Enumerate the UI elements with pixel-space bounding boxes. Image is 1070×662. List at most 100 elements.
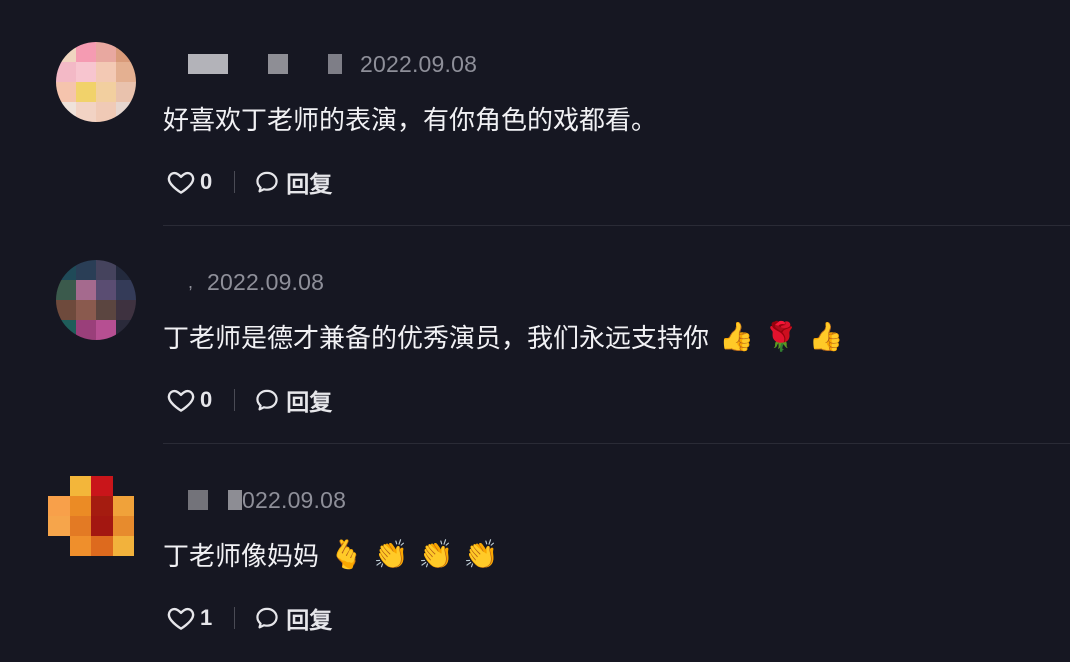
comment-actions: 0 回复 [166, 384, 332, 416]
avatar-mosaic-cell [56, 320, 76, 340]
avatar-mosaic-cell [116, 280, 136, 300]
avatar-mosaic-cell [91, 516, 113, 536]
chat-bubble-icon [253, 604, 281, 632]
comment-actions: 1 回复 [166, 602, 332, 634]
avatar-mosaic-cell [76, 260, 96, 280]
action-divider [234, 389, 236, 411]
chat-bubble-icon [253, 168, 281, 196]
comment-divider [163, 443, 1070, 444]
avatar-mosaic-cell [56, 260, 76, 280]
avatar-mosaic-cell [96, 260, 116, 280]
avatar-mosaic-cell [96, 280, 116, 300]
avatar-mosaic-cell [112, 536, 134, 556]
reply-label: 回复 [286, 608, 333, 634]
clapping-hands-icon: 👏 [463, 537, 499, 571]
avatar-mosaic-cell [96, 320, 116, 340]
like-count: 0 [200, 169, 213, 194]
avatar-mosaic-cell [116, 82, 136, 102]
avatar-mosaic-cell [76, 62, 96, 82]
comment-divider [163, 225, 1070, 226]
comment-date: 2022.09.08 [360, 50, 478, 77]
avatar-mosaic-cell [76, 280, 96, 300]
reply-label: 回复 [286, 172, 333, 198]
comment-text-body: 丁老师像妈妈 [163, 542, 320, 572]
like-count: 0 [200, 387, 213, 412]
heart-icon [166, 167, 196, 197]
heart-icon [166, 603, 196, 633]
avatar-mosaic-cell [48, 476, 70, 496]
comment-text-body: 丁老师是德才兼备的优秀演员，我们永远支持你 [163, 324, 710, 354]
reply-button[interactable]: 回复 [253, 165, 332, 199]
avatar-mosaic-cell [56, 280, 76, 300]
avatar-mosaic-cell [96, 62, 116, 82]
like-button[interactable]: 1 [166, 603, 212, 633]
comment-date: 2022.09.08 [207, 268, 325, 295]
comment-text: 好喜欢丁老师的表演，有你角色的戏都看。 [163, 100, 657, 137]
action-divider [234, 171, 236, 193]
avatar-mosaic-cell [56, 300, 76, 320]
username-redacted [268, 54, 288, 74]
reply-button[interactable]: 回复 [253, 383, 332, 417]
avatar-mosaic-cell [116, 42, 136, 62]
avatar-mosaic-cell [69, 496, 91, 516]
avatar-mosaic-cell [76, 82, 96, 102]
avatar-mosaic-cell [116, 62, 136, 82]
avatar[interactable] [56, 260, 136, 340]
heart-icon [166, 385, 196, 415]
avatar-mosaic-cell [48, 516, 70, 536]
avatar-mosaic-cell [76, 42, 96, 62]
avatar-mosaic-cell [76, 320, 96, 340]
avatar-mosaic-cell [112, 516, 134, 536]
comment-text: 丁老师是德才兼备的优秀演员，我们永远支持你 👍 🌹 👍 [163, 318, 844, 355]
clapping-hands-icon: 👏 [373, 537, 409, 571]
avatar-mosaic-cell [69, 536, 91, 556]
action-divider [234, 607, 236, 629]
username-redacted [228, 490, 242, 510]
reply-button[interactable]: 回复 [253, 601, 332, 635]
avatar[interactable] [56, 42, 136, 122]
avatar-mosaic-cell [112, 476, 134, 496]
avatar[interactable] [48, 476, 134, 556]
avatar-mosaic-cell [56, 42, 76, 62]
username-redacted[interactable] [188, 490, 208, 510]
like-count: 1 [200, 605, 213, 630]
avatar-mosaic-cell [96, 42, 116, 62]
comment-meta: , 2022.09.08 [188, 268, 324, 296]
comment-date: 022.09.08 [242, 486, 347, 513]
avatar-mosaic-cell [112, 496, 134, 516]
comment-meta: 2022.09.08 [188, 50, 477, 78]
avatar-mosaic-cell [96, 82, 116, 102]
reply-label: 回复 [286, 390, 333, 416]
like-button[interactable]: 0 [166, 167, 212, 197]
avatar-mosaic-cell [116, 320, 136, 340]
avatar-mosaic-cell [69, 516, 91, 536]
username-redacted[interactable]: , [188, 272, 193, 293]
avatar-mosaic-cell [76, 102, 96, 122]
avatar-mosaic-cell [69, 476, 91, 496]
clapping-hands-icon: 👏 [418, 537, 454, 571]
avatar-mosaic-cell [76, 300, 96, 320]
avatar-mosaic-cell [56, 82, 76, 102]
avatar-mosaic-cell [96, 102, 116, 122]
comment-text: 丁老师像妈妈 🫰 👏 👏 👏 [163, 536, 499, 573]
username-redacted[interactable] [188, 54, 228, 74]
avatar-mosaic-cell [96, 300, 116, 320]
comment-text-body: 好喜欢丁老师的表演，有你角色的戏都看。 [163, 106, 658, 136]
avatar-mosaic-cell [56, 62, 76, 82]
avatar-mosaic-cell [116, 260, 136, 280]
rose-icon: 🌹 [763, 319, 799, 353]
avatar-mosaic-cell [91, 496, 113, 516]
avatar-mosaic-cell [91, 536, 113, 556]
avatar-mosaic-cell [116, 102, 136, 122]
comment-actions: 0 回复 [166, 166, 332, 198]
like-button[interactable]: 0 [166, 385, 212, 415]
comment-meta: 022.09.08 [188, 486, 346, 514]
avatar-mosaic-cell [48, 536, 70, 556]
username-redacted [328, 54, 342, 74]
finger-heart-icon: 🫰 [329, 537, 364, 571]
avatar-mosaic-cell [91, 476, 113, 496]
chat-bubble-icon [253, 386, 281, 414]
avatar-mosaic-cell [48, 496, 70, 516]
thumbs-up-icon: 👍 [719, 319, 754, 353]
thumbs-up-icon: 👍 [808, 319, 844, 353]
